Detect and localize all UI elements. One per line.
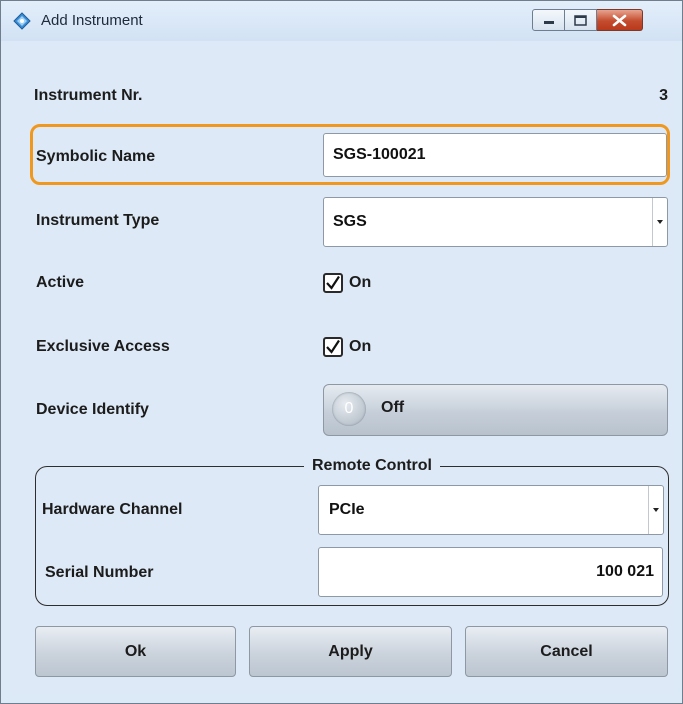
toggle-knob: 0 [332,392,366,426]
device-identify-toggle[interactable]: 0 Off [323,384,668,436]
close-button[interactable] [597,9,643,31]
hardware-channel-dropdown[interactable]: PCIe [318,485,664,535]
chevron-down-icon[interactable] [648,486,663,534]
dialog-body: Instrument Nr. 3 Symbolic Name SGS-10002… [10,41,674,695]
maximize-button[interactable] [565,9,597,31]
active-label: Active [36,274,85,291]
cancel-button[interactable]: Cancel [465,626,668,677]
instrument-nr-value: 3 [659,87,668,104]
apply-button[interactable]: Apply [249,626,452,677]
dialog-window: Add Instrument Instrument Nr. 3 Symbolic… [0,0,683,704]
device-identify-state-text: Off [381,399,405,416]
maximize-icon [574,15,587,26]
instrument-type-value: SGS [333,213,367,230]
window-title: Add Instrument [41,12,143,29]
title-bar[interactable]: Add Instrument [1,1,682,41]
instrument-type-label: Instrument Type [36,212,160,229]
device-identify-label: Device Identify [36,401,149,418]
remote-control-group: Remote Control Hardware Channel PCIe Ser… [35,457,669,606]
hardware-channel-label: Hardware Channel [42,501,183,518]
exclusive-access-label: Exclusive Access [36,338,170,355]
symbolic-name-value: SGS-100021 [333,146,426,163]
exclusive-access-state-text: On [349,338,372,355]
minimize-icon [544,21,554,24]
symbolic-name-field[interactable]: SGS-100021 [323,133,667,177]
checkmark-icon [326,275,340,290]
chevron-down-icon[interactable] [652,198,667,246]
active-state-text: On [349,274,372,291]
hardware-channel-value: PCIe [329,501,365,518]
checkmark-icon [326,339,340,354]
instrument-type-dropdown[interactable]: SGS [323,197,668,247]
remote-control-title: Remote Control [304,457,440,475]
rs-diamond-icon [13,12,31,30]
minimize-button[interactable] [532,9,565,31]
exclusive-access-checkbox[interactable] [323,337,343,357]
close-icon [612,14,627,27]
symbolic-name-label: Symbolic Name [36,148,156,165]
instrument-nr-label: Instrument Nr. [34,87,143,104]
active-checkbox[interactable] [323,273,343,293]
ok-button[interactable]: Ok [35,626,236,677]
serial-number-field[interactable]: 100 021 [318,547,663,597]
serial-number-label: Serial Number [45,564,154,581]
serial-number-value: 100 021 [596,563,654,580]
